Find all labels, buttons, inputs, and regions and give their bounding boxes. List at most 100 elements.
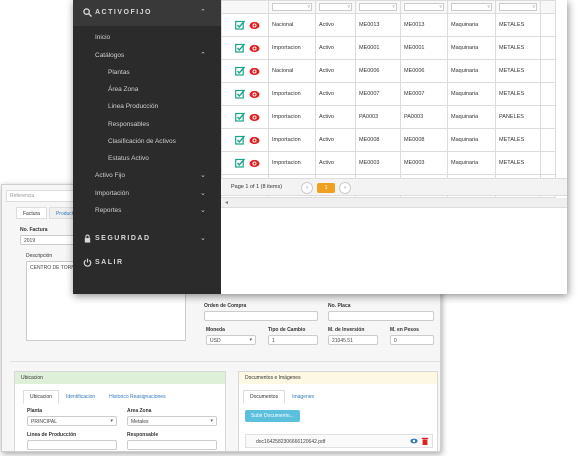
sidebar-header-seguridad[interactable]: SEGURIDAD ⌄ <box>73 226 221 252</box>
trash-icon[interactable] <box>421 437 429 445</box>
planta-select[interactable]: PRINCIPAL ▾ <box>27 416 117 426</box>
tab-imagenes[interactable]: Imágenes <box>285 390 321 404</box>
no-placa-input[interactable] <box>328 311 434 321</box>
asset-list-window: ACTIVOFIJO ⌃ Inicio Catálogos ⌃ Plantas … <box>73 0 567 294</box>
sidebar-item-salir[interactable]: SALIR <box>73 250 221 276</box>
table-cell: ME0013 <box>400 13 448 37</box>
edit-icon[interactable] <box>235 158 246 168</box>
sidebar-item-plantas[interactable]: Plantas <box>108 69 130 76</box>
sidebar-item-reportes[interactable]: Reportes <box>95 207 121 214</box>
inversion-input[interactable]: 21045.51 <box>328 335 378 345</box>
filter-icon[interactable]: ▿ <box>347 4 350 10</box>
table-cell: PA0003 <box>400 105 448 129</box>
table-cell: Importacion <box>268 105 316 129</box>
table-cell: Activo <box>315 59 356 83</box>
view-icon[interactable] <box>249 67 260 76</box>
table-cell: Importacion <box>268 128 316 152</box>
tab-documentos[interactable]: Documentos <box>243 390 286 404</box>
filter-icon[interactable]: ▿ <box>532 4 535 10</box>
tab-identificacion[interactable]: Identificacion <box>59 390 102 404</box>
row-actions <box>221 105 269 129</box>
column-filter-input[interactable]: ▿ <box>359 3 397 11</box>
table-cell: ME0001 <box>400 36 448 60</box>
eye-icon[interactable] <box>410 437 418 445</box>
column-filter-input[interactable]: ▿ <box>319 3 352 11</box>
edit-icon[interactable] <box>235 20 246 30</box>
edit-icon[interactable] <box>235 112 246 122</box>
sidebar-item-inicio[interactable]: Inicio <box>95 34 110 41</box>
view-icon[interactable] <box>249 21 260 30</box>
table-cell: Maquinaria <box>447 151 496 175</box>
sidebar-item-area-zona[interactable]: Área Zona <box>108 86 138 93</box>
chevron-up-icon: ⌃ <box>200 52 206 59</box>
edit-icon[interactable] <box>235 66 246 76</box>
scroll-left-arrow[interactable]: ◂ <box>225 199 228 206</box>
table-cell: Importacion <box>268 151 316 175</box>
tab-factura[interactable]: Factura <box>16 207 47 219</box>
tab-ubicacion[interactable]: Ubicacion <box>23 390 59 404</box>
orden-compra-input[interactable] <box>204 311 318 321</box>
tipo-cambio-input[interactable]: 1 <box>268 335 318 345</box>
sidebar-item-importacion[interactable]: Importación <box>95 190 129 197</box>
area-zona-label: Area Zona <box>127 408 152 414</box>
view-icon[interactable] <box>249 44 260 53</box>
column-filter-input[interactable]: ▿ <box>272 3 312 11</box>
pager-prev-button[interactable]: ‹ <box>301 182 313 194</box>
edit-icon[interactable] <box>235 89 246 99</box>
filter-cell: ▿ <box>400 0 448 14</box>
chevron-down-icon: ⌄ <box>200 172 206 179</box>
documentos-panel: Documentos e Imágenes Documentos Imágene… <box>238 371 438 451</box>
table-cell: Activo <box>315 36 356 60</box>
table-cell: ME0008 <box>355 128 401 152</box>
area-zona-select[interactable]: Metales ▾ <box>127 416 217 426</box>
linea-select[interactable] <box>27 440 117 450</box>
sidebar-item-estatus[interactable]: Estatus Activo <box>108 155 149 162</box>
table-cell: Activo <box>315 13 356 37</box>
inversion-label: M. de Inversión <box>328 327 365 333</box>
column-filter-input[interactable]: ▿ <box>451 3 492 11</box>
view-icon[interactable] <box>249 159 260 168</box>
sidebar-header-activofijo[interactable]: ACTIVOFIJO ⌃ <box>73 0 221 26</box>
horizontal-scrollbar[interactable]: ◂ <box>221 198 567 208</box>
table-cell: ME0013 <box>355 13 401 37</box>
sidebar-item-responsables[interactable]: Responsables <box>108 121 149 128</box>
ubicacion-title: Ubicacion <box>15 372 225 384</box>
sidebar-item-catalogos[interactable]: Catálogos <box>95 52 124 59</box>
pesos-input[interactable]: 0 <box>390 335 434 345</box>
sidebar-item-activo-fijo[interactable]: Activo Fijo <box>95 172 125 179</box>
filter-cell <box>221 0 269 14</box>
filter-icon[interactable]: ▿ <box>487 4 490 10</box>
edit-icon[interactable] <box>235 43 246 53</box>
pager-current-page[interactable]: 1 <box>317 183 335 193</box>
chevron-down-icon: ⌄ <box>200 190 206 197</box>
view-icon[interactable] <box>249 90 260 99</box>
table-cell: PA0003 <box>355 105 401 129</box>
table-cell: ME0003 <box>400 151 448 175</box>
filter-icon[interactable]: ▿ <box>439 4 442 10</box>
upload-document-button[interactable]: Subir Documento... <box>245 410 300 422</box>
filter-icon[interactable]: ▿ <box>307 4 310 10</box>
sidebar-item-linea-produccion[interactable]: Linea Producción <box>108 103 158 110</box>
filter-icon[interactable]: ▿ <box>392 4 395 10</box>
table-cell: Maquinaria <box>447 59 496 83</box>
view-icon[interactable] <box>249 113 260 122</box>
sidebar-item-clasificacion[interactable]: Clasificación de Activos <box>108 138 176 145</box>
table-cell: ME0003 <box>355 151 401 175</box>
divider <box>10 361 440 362</box>
column-filter-input[interactable]: ▿ <box>499 3 537 11</box>
edit-icon[interactable] <box>235 135 246 145</box>
moneda-select[interactable]: USD ▾ <box>206 335 256 345</box>
tab-historico[interactable]: Historico Reasignaciones <box>102 390 172 404</box>
table-cell: METALES <box>495 82 541 106</box>
no-factura-input[interactable]: 2019 <box>20 235 78 245</box>
documentos-tabs: Documentos Imágenes <box>243 390 321 404</box>
chevron-down-icon: ▾ <box>110 418 113 424</box>
filter-cell: ▿ <box>447 0 496 14</box>
pager-next-button[interactable]: › <box>339 182 351 194</box>
table-row: Importacion Activo ME0007 ME0007 Maquinaria M… <box>221 82 556 106</box>
column-filter-input[interactable]: ▿ <box>404 3 444 11</box>
row-actions <box>221 151 269 175</box>
table-cell: METALES <box>495 128 541 152</box>
view-icon[interactable] <box>249 136 260 145</box>
responsable-select[interactable] <box>127 440 217 450</box>
